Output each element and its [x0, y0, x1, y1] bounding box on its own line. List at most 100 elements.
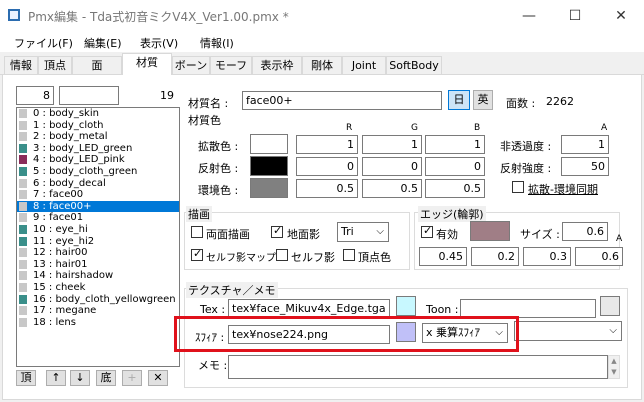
tab-morph[interactable]: モーフ: [210, 56, 252, 74]
menu-edit[interactable]: 編集(E): [84, 35, 122, 51]
material-name-field[interactable]: face00+: [242, 91, 442, 110]
texture-group-title: テクスチャ／メモ: [186, 282, 278, 298]
list-item[interactable]: 17 : megane: [17, 305, 179, 317]
menu-file[interactable]: ファイル(F): [14, 35, 73, 51]
list-item[interactable]: 10 : eye_hi: [17, 224, 179, 236]
alpha-field[interactable]: 1: [561, 135, 609, 154]
sync-checkbox[interactable]: [512, 181, 524, 193]
tab-joint[interactable]: Joint: [342, 56, 386, 74]
ground-shadow-label: 地面影: [287, 228, 320, 241]
tab-rigid-body[interactable]: 剛体: [302, 56, 342, 74]
list-item[interactable]: 14 : hairshadow: [17, 270, 179, 282]
material-color-chip: [19, 132, 27, 142]
face-count-label: 面数 :: [506, 97, 536, 110]
maximize-button[interactable]: ☐: [552, 0, 598, 32]
specular-g-field[interactable]: 0: [362, 157, 422, 176]
diffuse-color-swatch[interactable]: [250, 134, 288, 154]
tab-softbody[interactable]: SoftBody: [386, 56, 442, 74]
japanese-button[interactable]: 日: [448, 90, 470, 110]
ambient-b-field[interactable]: 0.5: [425, 179, 485, 198]
ambient-r-field[interactable]: 0.5: [296, 179, 358, 198]
diffuse-g-field[interactable]: 1: [362, 135, 422, 154]
delete-button[interactable]: ✕: [148, 370, 168, 386]
add-button[interactable]: +: [122, 370, 142, 386]
tab-face[interactable]: 面: [72, 56, 122, 74]
list-item-label: 7 : face00: [33, 189, 84, 201]
edge-b-field[interactable]: 0.3: [523, 247, 571, 266]
list-item[interactable]: 3 : body_LED_green: [17, 143, 179, 155]
ground-shadow-checkbox[interactable]: [271, 224, 283, 238]
vertex-color-label: 頂点色: [358, 251, 391, 264]
minimize-button[interactable]: —: [506, 0, 552, 32]
edge-enabled-checkbox[interactable]: [421, 224, 433, 238]
list-item-label: 6 : body_decal: [33, 177, 106, 189]
list-item[interactable]: 6 : body_decal: [17, 178, 179, 190]
edge-size-field[interactable]: 0.6: [562, 222, 608, 241]
specular-b-field[interactable]: 0: [425, 157, 485, 176]
material-color-chip: [19, 306, 27, 316]
material-index-field[interactable]: 8: [16, 86, 54, 105]
edge-r-field[interactable]: 0.45: [419, 247, 467, 266]
list-item[interactable]: 12 : hair00: [17, 247, 179, 259]
move-down-button[interactable]: ↓: [70, 370, 90, 386]
edge-color-swatch[interactable]: [470, 221, 510, 241]
move-up-button[interactable]: ↑: [46, 370, 66, 386]
menu-view[interactable]: 表示(V): [140, 35, 178, 51]
list-item-label: 14 : hairshadow: [33, 270, 114, 282]
list-item[interactable]: 4 : body_LED_pink: [17, 154, 179, 166]
list-item[interactable]: 11 : eye_hi2: [17, 236, 179, 248]
toon-color-swatch[interactable]: [600, 296, 620, 316]
tex-color-swatch[interactable]: [396, 296, 416, 316]
english-button[interactable]: 英: [473, 90, 493, 110]
material-name-label: 材質名 :: [188, 97, 229, 110]
shadow-type-select[interactable]: Tri ⌵: [337, 222, 389, 242]
memo-scrollbar[interactable]: ▲ ▼: [608, 355, 620, 379]
list-item[interactable]: 15 : cheek: [17, 282, 179, 294]
specular-label: 反射色 :: [198, 162, 239, 175]
spec-power-field[interactable]: 50: [561, 157, 609, 176]
diffuse-r-field[interactable]: 1: [296, 135, 358, 154]
list-item-label: 9 : face01: [33, 212, 84, 224]
tab-display-frame[interactable]: 表示枠: [252, 56, 302, 74]
list-item[interactable]: 2 : body_metal: [17, 131, 179, 143]
specular-r-field[interactable]: 0: [296, 157, 358, 176]
ambient-color-swatch[interactable]: [250, 178, 288, 198]
edge-g-field[interactable]: 0.2: [471, 247, 519, 266]
edge-a-field[interactable]: 0.6: [575, 247, 623, 266]
list-item[interactable]: 7 : face00: [17, 189, 179, 201]
list-item-label: 13 : hair01: [33, 258, 88, 270]
chevron-down-icon: ⌵: [609, 325, 617, 336]
list-item[interactable]: 1 : body_cloth: [17, 120, 179, 132]
material-search-field[interactable]: [59, 86, 119, 105]
list-item[interactable]: 5 : body_cloth_green: [17, 166, 179, 178]
self-shadow-checkbox[interactable]: [276, 249, 288, 261]
tab-material[interactable]: 材質: [122, 53, 172, 75]
material-color-chip: [19, 143, 27, 153]
tab-bone[interactable]: ボーン: [172, 56, 210, 74]
list-item[interactable]: 18 : lens: [17, 317, 179, 329]
move-top-button[interactable]: 頂: [16, 370, 36, 386]
tab-vertex[interactable]: 頂点: [38, 56, 72, 74]
tex-label: Tex :: [200, 303, 226, 316]
specular-color-swatch[interactable]: [250, 156, 288, 176]
tab-info[interactable]: 情報: [4, 56, 38, 74]
list-item[interactable]: 8 : face00+: [17, 200, 179, 213]
list-item-label: 16 : body_cloth_yellowgreen: [33, 293, 176, 305]
diffuse-b-field[interactable]: 1: [425, 135, 485, 154]
material-color-chip: [19, 109, 27, 118]
memo-field[interactable]: [228, 355, 608, 379]
move-bottom-button[interactable]: 底: [96, 370, 116, 386]
list-item[interactable]: 9 : face01: [17, 212, 179, 224]
list-item[interactable]: 13 : hair01: [17, 259, 179, 271]
self-shadow-map-checkbox[interactable]: [191, 247, 203, 261]
material-list[interactable]: 0 : body_skin 1 : body_cloth 2 : body_meta…: [16, 107, 180, 367]
edge-a-label: A: [616, 234, 623, 244]
close-button[interactable]: ✕: [598, 0, 644, 32]
list-item[interactable]: 0 : body_skin: [17, 108, 179, 120]
double-sided-checkbox[interactable]: [191, 226, 203, 238]
menu-info[interactable]: 情報(I): [200, 35, 234, 51]
vertex-color-checkbox[interactable]: [343, 249, 355, 261]
ambient-g-field[interactable]: 0.5: [362, 179, 422, 198]
toon-select[interactable]: ⌵: [514, 321, 622, 341]
list-item[interactable]: 16 : body_cloth_yellowgreen: [17, 294, 179, 306]
